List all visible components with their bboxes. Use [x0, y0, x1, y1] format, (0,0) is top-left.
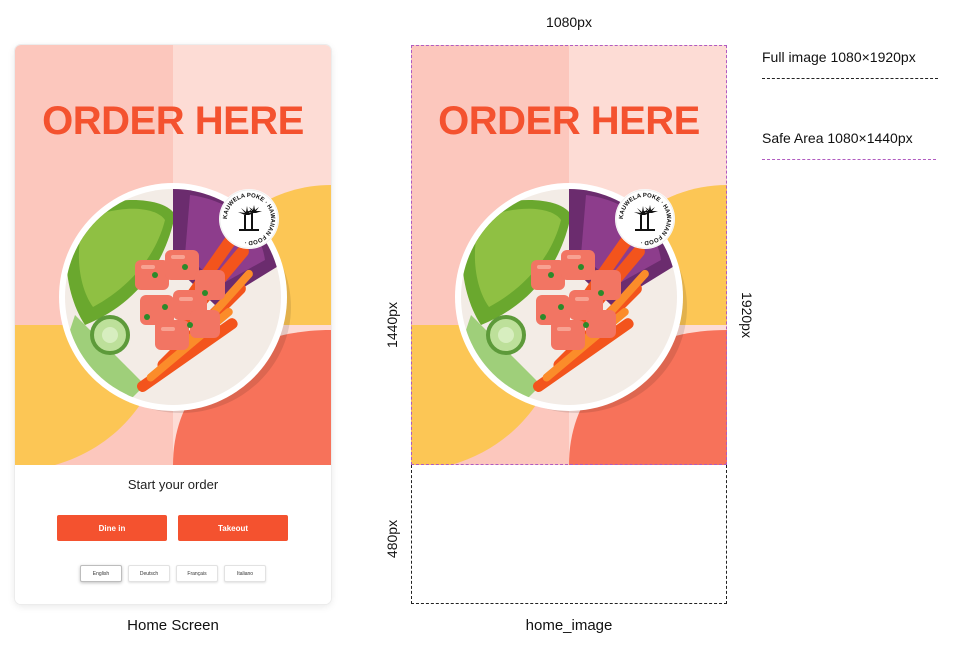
- safe-area-outline: [411, 45, 727, 465]
- home-screen-caption: Home Screen: [127, 617, 219, 634]
- full-height-dimension-label: 1920px: [739, 292, 755, 338]
- language-deutsch-button[interactable]: Deutsch: [128, 565, 170, 582]
- safe-area-legend-line: [762, 159, 936, 160]
- hero-image: KAUWELA POKE · HAWAIIAN FOOD · ORDER HER…: [15, 45, 331, 465]
- language-italiano-button[interactable]: Italiano: [224, 565, 266, 582]
- home-image-caption: home_image: [525, 617, 613, 634]
- hero-title: ORDER HERE: [42, 99, 304, 143]
- safe-area-legend-label: Safe Area 1080×1440px: [762, 130, 913, 146]
- safe-height-dimension-label: 1440px: [384, 302, 400, 348]
- takeout-button[interactable]: Takeout: [178, 515, 288, 541]
- full-image-outline: [411, 465, 727, 604]
- home-screen-preview: KAUWELA POKE · HAWAIIAN FOOD · ORDER HER…: [15, 45, 331, 604]
- language-english-button[interactable]: English: [80, 565, 122, 582]
- width-dimension-label: 1080px: [546, 14, 592, 30]
- bottom-height-dimension-label: 480px: [384, 519, 400, 559]
- dine-in-button[interactable]: Dine in: [57, 515, 167, 541]
- language-selector: English Deutsch Français Italiano: [80, 565, 266, 582]
- start-order-label: Start your order: [127, 477, 219, 492]
- full-image-legend-label: Full image 1080×1920px: [762, 49, 916, 65]
- order-panel: Start your order Dine in Takeout English…: [15, 465, 331, 604]
- full-image-legend-line: [762, 78, 938, 79]
- language-francais-button[interactable]: Français: [176, 565, 218, 582]
